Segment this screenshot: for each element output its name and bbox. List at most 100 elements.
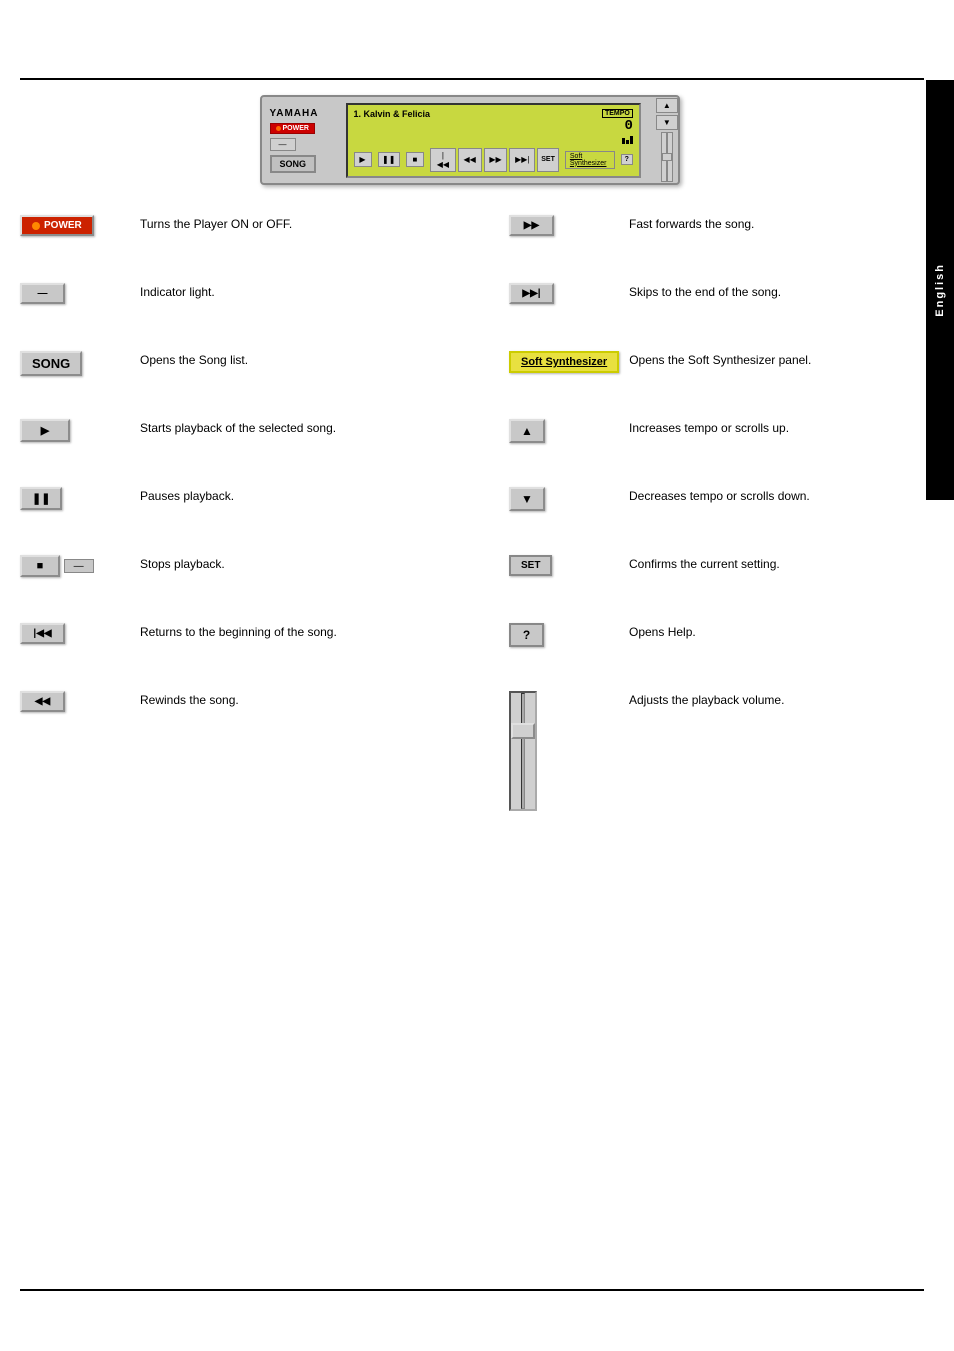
- stop-button-row: ■ — Stops playback.: [20, 555, 480, 605]
- lcd-soft-synth-button[interactable]: Soft Synthesizer: [565, 151, 615, 169]
- power-icon-area: POWER: [20, 215, 140, 236]
- play-button-desc: Starts playback of the selected song.: [140, 419, 480, 438]
- device-song-button[interactable]: SONG: [270, 155, 317, 173]
- ff-end-button-row: ▶▶| Skips to the end of the song.: [509, 283, 919, 333]
- device-right-panel: ▲ ▼: [647, 98, 687, 182]
- down-button[interactable]: ▼: [509, 487, 545, 511]
- down-button-desc: Decreases tempo or scrolls down.: [629, 487, 919, 506]
- up-button-desc: Increases tempo or scrolls up.: [629, 419, 919, 438]
- power-button[interactable]: POWER: [20, 215, 94, 236]
- device-down-button[interactable]: ▼: [656, 115, 678, 130]
- song-icon-area: SONG: [20, 351, 140, 376]
- bottom-divider: [20, 1289, 924, 1291]
- lcd-set-button[interactable]: SET: [537, 148, 559, 172]
- lcd-song-name: 1. Kalvin & Felicia: [354, 109, 431, 119]
- ff-button[interactable]: ▶▶: [509, 215, 554, 236]
- set-button[interactable]: SET: [509, 555, 552, 576]
- set-icon-area: SET: [509, 555, 629, 576]
- lcd-nav-buttons: |◀◀ ◀◀ ▶▶ ▶▶| SET: [430, 148, 559, 172]
- minus-icon-area: —: [20, 283, 140, 304]
- volume-slider-icon-area: [509, 691, 629, 811]
- device-illustration: YAMAHA POWER — SONG 1. Kalvin & Felicia: [20, 95, 919, 185]
- device-minus-button[interactable]: —: [270, 138, 296, 151]
- down-icon-area: ▼: [509, 487, 629, 511]
- stop-button-desc: Stops playback.: [140, 555, 480, 574]
- soft-synth-button[interactable]: Soft Synthesizer: [509, 351, 619, 373]
- song-button-row: SONG Opens the Song list.: [20, 351, 480, 401]
- ff-end-button[interactable]: ▶▶|: [509, 283, 554, 304]
- lcd-tempo-area: TEMPO 0: [602, 109, 633, 144]
- lcd-rewind-start-button[interactable]: |◀◀: [430, 148, 456, 172]
- pause-button-desc: Pauses playback.: [140, 487, 480, 506]
- soft-synth-button-desc: Opens the Soft Synthesizer panel.: [629, 351, 919, 370]
- device-up-button[interactable]: ▲: [656, 98, 678, 113]
- power-button-led: [32, 222, 40, 230]
- slider-vertical-thumb[interactable]: [511, 723, 535, 739]
- slider-vertical-track: [521, 693, 525, 809]
- lcd-bar-indicator: [622, 136, 633, 144]
- power-led: [276, 126, 281, 131]
- volume-slider-row: Adjusts the playback volume.: [509, 691, 919, 811]
- stop-icon-area: ■ —: [20, 555, 140, 577]
- rewind-button-row: ◀◀ Rewinds the song.: [20, 691, 480, 741]
- lcd-ff-end-button[interactable]: ▶▶|: [509, 148, 535, 172]
- minus-button-row: — Indicator light.: [20, 283, 480, 333]
- lcd-rewind-button[interactable]: ◀◀: [458, 148, 482, 172]
- lcd-stop-button[interactable]: ■: [406, 152, 424, 167]
- top-divider: [20, 78, 924, 80]
- minus-button[interactable]: —: [20, 283, 65, 304]
- lcd-tempo-value: 0: [624, 118, 632, 134]
- tab-label: English: [934, 263, 946, 317]
- stop-indicator: —: [64, 559, 94, 573]
- soft-synth-button-row: Soft Synthesizer Opens the Soft Synthesi…: [509, 351, 919, 401]
- play-button-row: ▶ Starts playback of the selected song.: [20, 419, 480, 469]
- up-button[interactable]: ▲: [509, 419, 545, 443]
- set-button-row: SET Confirms the current setting.: [509, 555, 919, 605]
- help-button[interactable]: ?: [509, 623, 544, 647]
- device-power-button[interactable]: POWER: [270, 123, 315, 134]
- play-button[interactable]: ▶: [20, 419, 70, 442]
- device-volume-slider[interactable]: [661, 132, 673, 182]
- lcd-tempo-label: TEMPO: [602, 109, 633, 118]
- volume-slider[interactable]: [509, 691, 537, 811]
- device-brand: YAMAHA: [270, 108, 319, 119]
- device-lcd-screen: 1. Kalvin & Felicia TEMPO 0 ▶ ❚❚ ■: [346, 103, 641, 178]
- yamaha-player-device: YAMAHA POWER — SONG 1. Kalvin & Felicia: [260, 95, 680, 185]
- ff-end-button-desc: Skips to the end of the song.: [629, 283, 919, 302]
- rewind-icon-area: ◀◀: [20, 691, 140, 712]
- rewind-start-icon-area: |◀◀: [20, 623, 140, 644]
- rewind-start-button-desc: Returns to the beginning of the song.: [140, 623, 480, 642]
- song-button[interactable]: SONG: [20, 351, 82, 376]
- left-column: POWER Turns the Player ON or OFF. — Indi…: [20, 215, 480, 759]
- pause-button-row: ❚❚ Pauses playback.: [20, 487, 480, 537]
- ff-button-row: ▶▶ Fast forwards the song.: [509, 215, 919, 265]
- soft-synth-icon-area: Soft Synthesizer: [509, 351, 629, 373]
- power-button-row: POWER Turns the Player ON or OFF.: [20, 215, 480, 265]
- lcd-help-button[interactable]: ?: [621, 154, 633, 165]
- ff-icon-area: ▶▶: [509, 215, 629, 236]
- rewind-start-button[interactable]: |◀◀: [20, 623, 65, 644]
- rewind-button-desc: Rewinds the song.: [140, 691, 480, 710]
- lcd-bottom-row: ▶ ❚❚ ■ |◀◀ ◀◀ ▶▶ ▶▶| SET Soft Synthesize…: [354, 148, 633, 172]
- lcd-ff-button[interactable]: ▶▶: [484, 148, 508, 172]
- right-column: ▶▶ Fast forwards the song. ▶▶| Skips to …: [509, 215, 919, 829]
- help-button-row: ? Opens Help.: [509, 623, 919, 673]
- lcd-bar-2: [626, 140, 629, 144]
- power-button-desc: Turns the Player ON or OFF.: [140, 215, 480, 234]
- minus-button-desc: Indicator light.: [140, 283, 480, 302]
- song-button-desc: Opens the Song list.: [140, 351, 480, 370]
- down-button-row: ▼ Decreases tempo or scrolls down.: [509, 487, 919, 537]
- button-reference-section: POWER Turns the Player ON or OFF. — Indi…: [20, 215, 919, 829]
- pause-icon-area: ❚❚: [20, 487, 140, 510]
- stop-button[interactable]: ■: [20, 555, 60, 577]
- section-tab: English: [926, 80, 954, 500]
- lcd-pause-button[interactable]: ❚❚: [378, 152, 400, 167]
- ff-end-icon-area: ▶▶|: [509, 283, 629, 304]
- rewind-button[interactable]: ◀◀: [20, 691, 65, 712]
- help-button-desc: Opens Help.: [629, 623, 919, 642]
- pause-button[interactable]: ❚❚: [20, 487, 62, 510]
- up-button-row: ▲ Increases tempo or scrolls up.: [509, 419, 919, 469]
- play-icon-area: ▶: [20, 419, 140, 442]
- slider-thumb[interactable]: [662, 153, 672, 161]
- lcd-play-button[interactable]: ▶: [354, 152, 372, 167]
